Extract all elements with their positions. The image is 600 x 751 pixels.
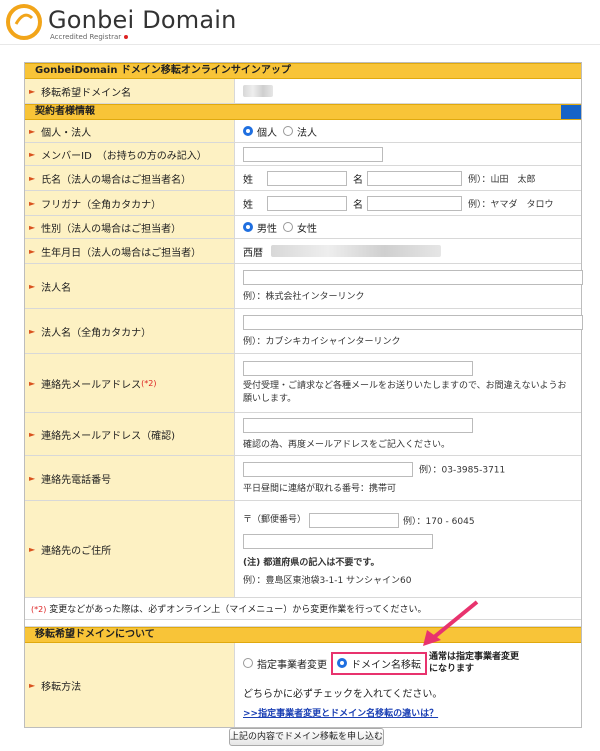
type-row: ► 個人・法人 個人 法人 (25, 120, 581, 143)
corp-name-input[interactable] (243, 270, 583, 285)
email-confirm-row: ► 連絡先メールアドレス（確認) 確認の為、再度メールアドレスをご記入ください。 (25, 413, 581, 456)
name-row: ► 氏名（法人の場合はご担当者名） 姓 名 例）：山田 太郎 (25, 166, 581, 191)
arrow-icon: ► (29, 281, 36, 291)
gender-row: ► 性別（法人の場合はご担当者） 男性 女性 (25, 216, 581, 239)
arrow-icon: ► (29, 378, 36, 388)
corp-row: ► 法人名 例）：株式会社インターリンク (25, 264, 583, 309)
email-confirm-input[interactable] (243, 418, 473, 433)
radio-female[interactable] (283, 222, 293, 232)
arrow-icon: ► (29, 246, 36, 256)
last-name-kana-input[interactable] (267, 195, 347, 211)
first-name-kana-input[interactable] (367, 195, 462, 211)
arrow-icon: ► (29, 680, 36, 690)
arrow-icon: ► (29, 429, 36, 439)
contract-section-header: 契約者様情報 (25, 104, 581, 120)
form-title: GonbeiDomain ドメイン移転オンラインサインアップ (25, 63, 581, 79)
email-row: ► 連絡先メールアドレス (*2) 受付受理・ご請求など各種メールをお送りいたします… (25, 354, 581, 413)
address-row: ► 連絡先のご住所 〒（郵便番号） 例）：170 - 6045 (注) 都道府県の… (25, 501, 581, 598)
phone-row: ► 連絡先電話番号 例）：03-3985-3711 平日昼間に連絡が取れる番号：携… (25, 456, 581, 501)
member-id-input[interactable] (243, 146, 383, 162)
corp-kana-input[interactable] (243, 315, 583, 330)
arrow-icon: ► (29, 544, 36, 554)
domain-value-redacted (243, 85, 273, 97)
furigana-row: ► フリガナ（全角カタカナ） 姓 名 例）：ヤマダ タロウ (25, 191, 581, 216)
submit-button[interactable]: 上記の内容でドメイン移転を申し込む (229, 728, 384, 746)
domain-row: ► 移転希望ドメイン名 (25, 79, 581, 104)
first-name-input[interactable] (367, 170, 462, 186)
radio-male[interactable] (243, 222, 253, 232)
phone-input[interactable] (243, 462, 413, 477)
transfer-side-note: 通常は指定事業者変更 になります (429, 652, 520, 674)
arrow-icon: ► (29, 222, 36, 232)
arrow-icon: ► (29, 86, 36, 96)
domain-transfer-option[interactable]: ドメイン名移転 (331, 651, 427, 675)
arrow-icon: ► (29, 126, 36, 136)
transfer-row: ► 移転方法 指定事業者変更 ドメイン名移転 通常は指定事業者変更 になります どち… (25, 643, 581, 727)
arrow-icon: ► (29, 473, 36, 483)
last-name-input[interactable] (267, 170, 347, 186)
radio-registrar-change[interactable] (243, 658, 253, 668)
difference-link[interactable]: >>指定事業者変更とドメイン名移転の違いは？ (243, 706, 438, 719)
arrow-icon: ► (29, 198, 36, 208)
radio-corporation[interactable] (283, 126, 293, 136)
logo-mark-icon (6, 4, 42, 40)
birth-date-redacted[interactable] (271, 245, 441, 257)
corp-kana-row: ► 法人名（全角カタカナ） 例）：カブシキカイシャインターリンク (25, 309, 583, 354)
radio-domain-transfer[interactable] (337, 658, 347, 668)
birth-row: ► 生年月日（法人の場合はご担当者） 西暦 (25, 239, 581, 264)
logo-title: Gonbei Domain (48, 6, 237, 34)
radio-individual[interactable] (243, 126, 253, 136)
zip-input[interactable] (309, 512, 399, 528)
logo-subtitle: Accredited Registrar (50, 33, 129, 41)
header-divider (0, 44, 600, 45)
signup-form: GonbeiDomain ドメイン移転オンラインサインアップ ► 移転希望ドメイン… (24, 62, 583, 728)
arrow-icon: ► (29, 149, 36, 159)
pink-arrow-icon (423, 600, 479, 646)
footnote: (*2) 変更などがあった際は、必ずオンライン上（マイメニュー）から変更作業を行… (25, 598, 581, 620)
address-input[interactable] (243, 533, 433, 549)
arrow-icon: ► (29, 173, 36, 183)
member-row: ► メンバーID （お持ちの方のみ記入） (25, 143, 581, 166)
transfer-section-header: 移転希望ドメインについて (25, 627, 581, 643)
domain-label: 移転希望ドメイン名 (41, 87, 132, 99)
arrow-icon: ► (29, 326, 36, 336)
email-input[interactable] (243, 360, 473, 376)
gonbei-logo: Gonbei Domain Accredited Registrar (6, 4, 246, 44)
